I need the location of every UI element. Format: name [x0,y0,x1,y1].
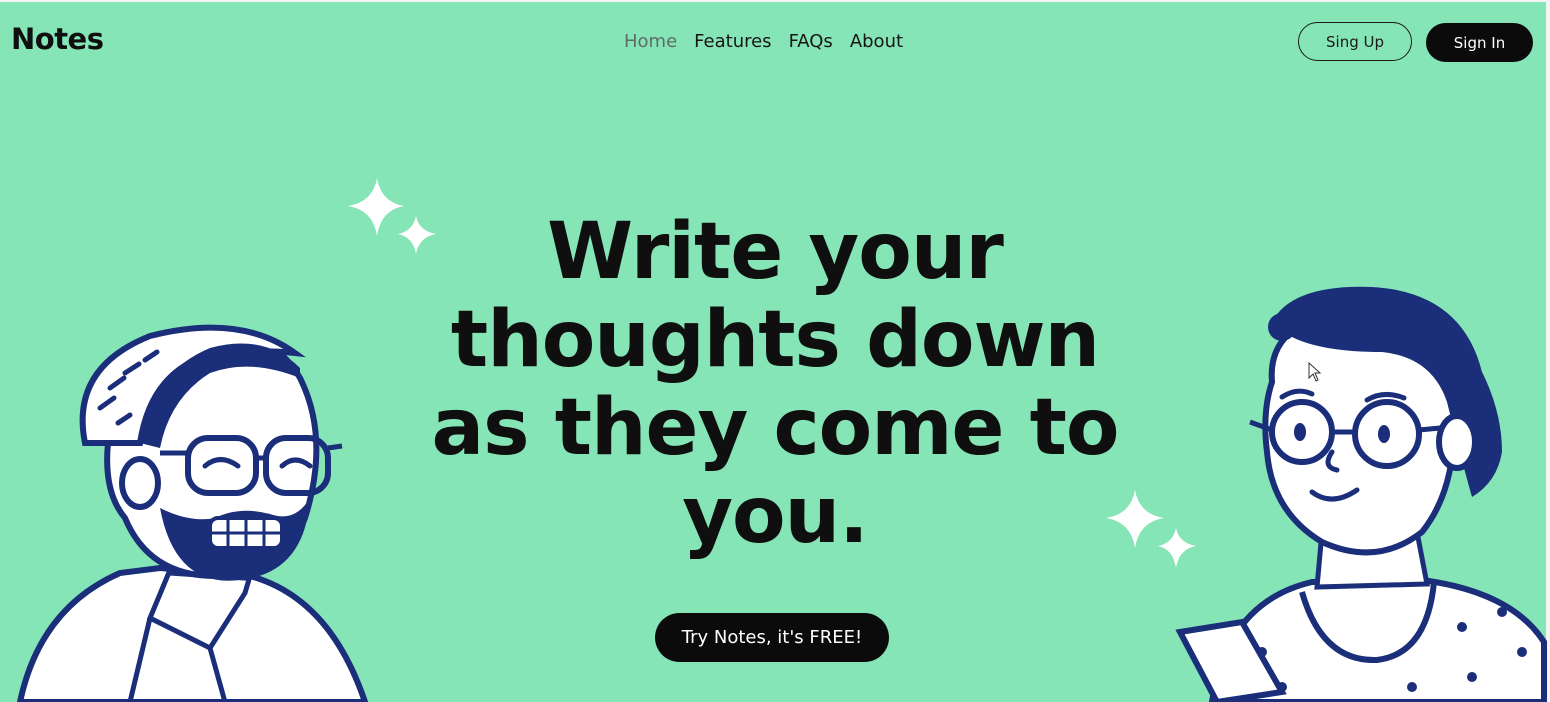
hero-headline: Write your thoughts down as they come to… [380,208,1170,560]
nav-item-about[interactable]: About [850,31,903,52]
headline-line: as they come to [431,383,1120,473]
landing-page: Notes Home Features FAQs About Sing Up S… [0,0,1550,702]
woman-illustration [1175,286,1547,702]
headline-line: thoughts down [450,295,1100,385]
man-illustration [16,324,369,702]
window-top-edge [0,0,1550,2]
mouse-pointer-icon [1308,362,1322,382]
headline-line: Write your [547,207,1004,297]
main-nav: Home Features FAQs About [624,31,903,52]
nav-item-features[interactable]: Features [694,31,771,52]
headline-line: you. [682,471,869,561]
try-notes-button[interactable]: Try Notes, it's FREE! [655,613,889,662]
nav-item-home[interactable]: Home [624,31,677,52]
brand-logo[interactable]: Notes [11,22,104,56]
sign-up-button[interactable]: Sing Up [1298,22,1412,61]
nav-item-faqs[interactable]: FAQs [789,31,833,52]
sign-in-button[interactable]: Sign In [1426,23,1533,62]
